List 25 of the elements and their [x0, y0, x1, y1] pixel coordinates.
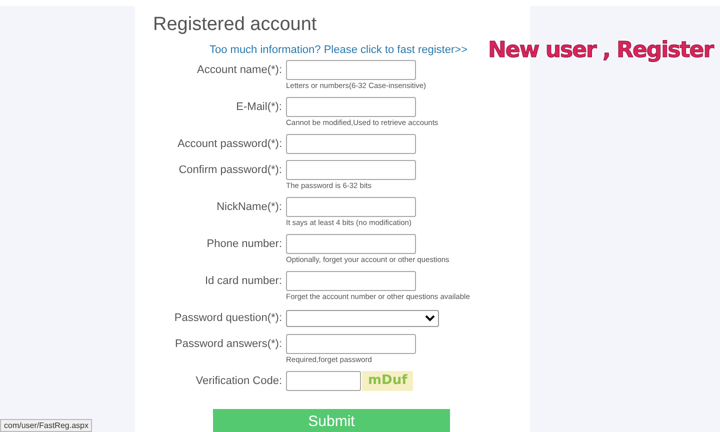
- caption-overlay: New user , Register: [488, 38, 714, 63]
- field-label: Account password(*):: [176, 137, 282, 152]
- dropdown-select[interactable]: [286, 310, 439, 327]
- field-label: Password question(*):: [173, 311, 282, 326]
- code-input[interactable]: [286, 371, 361, 391]
- fast-register-link[interactable]: Too much information? Please click to fast register>>: [209, 44, 468, 57]
- field-label: E-Mail(*):: [235, 100, 282, 115]
- text-input[interactable]: [286, 197, 416, 217]
- text-input[interactable]: [286, 160, 416, 180]
- form-title: Registered account: [153, 14, 318, 36]
- status-url: com/user/FastReg.aspx: [0, 419, 92, 432]
- field-label: NickName(*):: [216, 200, 282, 215]
- captcha-image: mDuf: [362, 371, 414, 391]
- text-input[interactable]: [286, 97, 416, 117]
- field-label: Id card number:: [204, 274, 282, 289]
- text-input[interactable]: [286, 334, 416, 354]
- field-label: Verification Code:: [194, 374, 282, 389]
- field-label: Account name(*):: [196, 63, 282, 78]
- text-input[interactable]: [286, 134, 416, 154]
- text-input[interactable]: [286, 271, 416, 291]
- field-label: Confirm password(*):: [178, 163, 282, 178]
- text-input[interactable]: [286, 60, 416, 80]
- field-label: Phone number:: [206, 237, 282, 252]
- field-label: Password answers(*):: [174, 337, 282, 352]
- text-input[interactable]: [286, 234, 416, 254]
